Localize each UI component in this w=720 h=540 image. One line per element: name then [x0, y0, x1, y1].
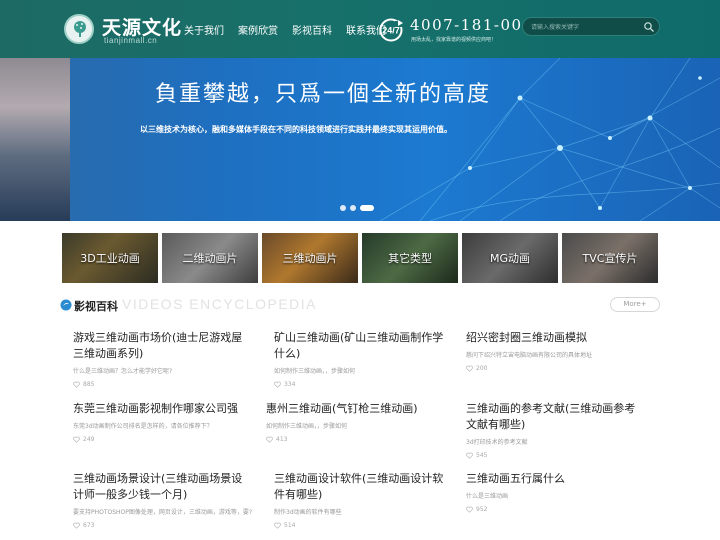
article-views: 545 — [466, 452, 646, 459]
view-count: 673 — [83, 522, 95, 529]
view-count: 885 — [83, 381, 95, 388]
view-count: 200 — [476, 365, 488, 372]
article-title[interactable]: 三维动画设计软件(三维动画设计软件有哪些) — [274, 471, 454, 503]
article-views: 200 — [466, 365, 646, 372]
logo-tree-icon[interactable] — [64, 14, 94, 44]
article-title[interactable]: 东莞三维动画影视制作哪家公司强 — [73, 401, 253, 417]
section-bullet-icon — [60, 299, 72, 311]
more-button[interactable]: More+ — [610, 297, 660, 312]
article-views: 249 — [73, 436, 253, 443]
article-item[interactable]: 三维动画五行属什么 什么是三维动画 952 — [466, 471, 646, 513]
hotline-number: 4007-181-001 — [410, 16, 534, 34]
main-nav: 关于我们 案例欣赏 影视百科 联系我们 — [184, 22, 386, 37]
article-item[interactable]: 三维动画设计软件(三维动画设计软件有哪些) 制作3d动画的软件有哪些 514 — [274, 471, 454, 529]
article-views: 885 — [73, 381, 253, 388]
category-tiles: 3D工业动画 二维动画片 三维动画片 其它类型 MG动画 TVC宣传片 — [62, 233, 658, 283]
category-label: 三维动画片 — [282, 252, 338, 265]
article-title[interactable]: 游戏三维动画市场价(迪士尼游戏屋三维动画系列) — [73, 330, 253, 362]
category-label: 其它类型 — [388, 252, 432, 265]
view-count: 545 — [476, 452, 488, 459]
tree-icon — [74, 21, 86, 37]
heart-icon — [466, 452, 473, 459]
article-desc: 慈问下绍兴特立宙电脑动画有限公司的具体地址 — [466, 352, 593, 359]
slider-dot-2[interactable] — [350, 205, 356, 211]
section-title-en: VIDEOS ENCYCLOPEDIA — [122, 296, 317, 312]
site-header: 天源文化 tianjinmall.cn 关于我们 案例欣赏 影视百科 联系我们 … — [0, 0, 720, 58]
section-title: 影视百科 — [74, 300, 118, 313]
article-title[interactable]: 三维动画场景设计(三维动画场景设计师一般多少钱一个月) — [73, 471, 253, 503]
article-title[interactable]: 绍兴密封圈三维动画模拟 — [466, 330, 646, 346]
category-tile-tvc[interactable]: TVC宣传片 — [562, 233, 658, 283]
phone-badge-text: 24/7 — [382, 26, 400, 36]
article-desc: 要支持PHOTOSHOP图像处理，网页设计，三维动画，游戏等，要? — [73, 509, 253, 516]
article-title[interactable]: 惠州三维动画(气钉枪三维动画) — [266, 401, 446, 417]
article-item[interactable]: 东莞三维动画影视制作哪家公司强 东莞3d动画制作公司排名是怎样的，请各位推荐下？… — [73, 401, 253, 443]
logo-domain: tianjinmall.cn — [104, 36, 158, 45]
banner-title: 負重攀越，只爲一個全新的高度 — [155, 82, 492, 107]
slider-dot-3-active[interactable] — [360, 205, 374, 211]
banner-subtitle: 以三维技术为核心，融和多媒体手段在不同的科技领域进行实践并最终实现其运用价值。 — [140, 125, 452, 134]
slider-dot-1[interactable] — [340, 205, 346, 211]
heart-icon — [466, 506, 473, 513]
article-desc: 3d打印技术的参考文献 — [466, 439, 528, 446]
article-desc: 东莞3d动画制作公司排名是怎样的，请各位推荐下？ — [73, 423, 213, 430]
slider-pagination — [340, 205, 374, 211]
heart-icon — [466, 365, 473, 372]
article-desc: 什么是三维动画？怎么才能学好它呢? — [73, 368, 173, 375]
category-tile-2d-animation[interactable]: 二维动画片 — [162, 233, 258, 283]
heart-icon — [73, 522, 80, 529]
article-item[interactable]: 惠州三维动画(气钉枪三维动画) 如何制作三维动画，，步骤如何 413 — [266, 401, 446, 443]
article-views: 413 — [266, 436, 446, 443]
nav-item-about[interactable]: 关于我们 — [184, 22, 224, 37]
category-tile-other[interactable]: 其它类型 — [362, 233, 458, 283]
article-title[interactable]: 矿山三维动画(矿山三维动画制作学什么) — [274, 330, 454, 362]
article-views: 514 — [274, 522, 454, 529]
article-desc: 制作3d动画的软件有哪些 — [274, 509, 342, 516]
article-desc: 如何制作三维动画，，步骤如何 — [266, 423, 348, 430]
article-item[interactable]: 三维动画的参考文献(三维动画参考文献有哪些) 3d打印技术的参考文献 545 — [466, 401, 646, 459]
hero-banner[interactable]: 負重攀越，只爲一個全新的高度 以三维技术为核心，融和多媒体手段在不同的科技领域进… — [0, 58, 720, 221]
article-title[interactable]: 三维动画五行属什么 — [466, 471, 646, 487]
article-views: 673 — [73, 522, 253, 529]
category-label: 二维动画片 — [182, 252, 238, 265]
category-tile-3d-animation[interactable]: 三维动画片 — [262, 233, 358, 283]
heart-icon — [266, 436, 273, 443]
support-24-7-icon: 24/7 — [379, 18, 403, 42]
article-item[interactable]: 绍兴密封圈三维动画模拟 慈问下绍兴特立宙电脑动画有限公司的具体地址 200 — [466, 330, 646, 372]
search-input[interactable] — [531, 21, 641, 33]
heart-icon — [73, 381, 80, 388]
view-count: 334 — [284, 381, 296, 388]
heart-icon — [274, 381, 281, 388]
article-desc: 如何制作三维动画，，步骤如何 — [274, 368, 356, 375]
page: 天源文化 tianjinmall.cn 关于我们 案例欣赏 影视百科 联系我们 … — [0, 0, 720, 540]
article-views: 952 — [466, 506, 646, 513]
heart-icon — [274, 522, 281, 529]
article-views: 334 — [274, 381, 454, 388]
category-label: MG动画 — [489, 252, 530, 265]
article-title[interactable]: 三维动画的参考文献(三维动画参考文献有哪些) — [466, 401, 646, 433]
article-item[interactable]: 三维动画场景设计(三维动画场景设计师一般多少钱一个月) 要支持PHOTOSHOP… — [73, 471, 253, 529]
nav-item-cases[interactable]: 案例欣赏 — [238, 22, 278, 37]
view-count: 514 — [284, 522, 296, 529]
view-count: 249 — [83, 436, 95, 443]
search-box — [522, 17, 660, 36]
heart-icon — [73, 436, 80, 443]
encyclopedia-section-header: 影视百科 VIDEOS ENCYCLOPEDIA More+ — [60, 296, 660, 316]
nav-item-encyclopedia[interactable]: 影视百科 — [292, 22, 332, 37]
article-desc: 什么是三维动画 — [466, 493, 509, 500]
category-tile-3d-industrial[interactable]: 3D工业动画 — [62, 233, 158, 283]
category-tile-mg[interactable]: MG动画 — [462, 233, 558, 283]
category-label: 3D工业动画 — [80, 252, 140, 265]
article-item[interactable]: 矿山三维动画(矿山三维动画制作学什么) 如何制作三维动画，，步骤如何 334 — [274, 330, 454, 388]
category-label: TVC宣传片 — [582, 252, 638, 265]
article-item[interactable]: 游戏三维动画市场价(迪士尼游戏屋三维动画系列) 什么是三维动画？怎么才能学好它呢… — [73, 330, 253, 388]
hotline-tip: 用场太乱，找家靠谱的视频供应商吧！ — [411, 37, 497, 43]
view-count: 952 — [476, 506, 488, 513]
view-count: 413 — [276, 436, 288, 443]
search-icon[interactable] — [643, 21, 655, 33]
